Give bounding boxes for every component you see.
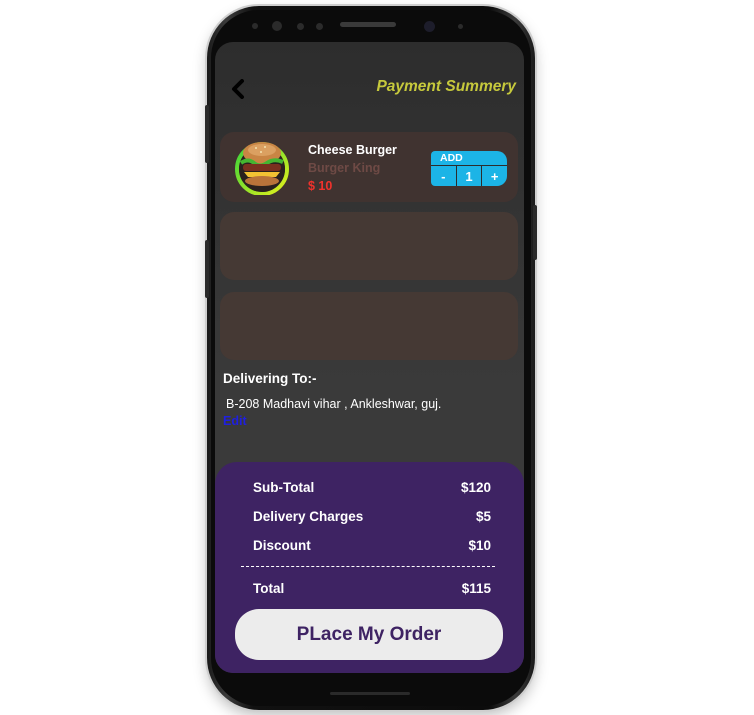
discount-value: $10 <box>468 538 491 553</box>
payment-summary-panel: Sub-Total $120 Delivery Charges $5 Disco… <box>215 462 524 673</box>
place-order-button[interactable]: PLace My Order <box>235 609 503 660</box>
subtotal-row: Sub-Total $120 <box>253 480 491 495</box>
delivering-to-label: Delivering To:- <box>223 371 317 386</box>
chevron-left-icon <box>232 79 244 99</box>
front-sensor <box>458 24 463 29</box>
quantity-value: 1 <box>455 165 482 186</box>
volume-button <box>205 105 209 163</box>
burger-image <box>234 139 290 196</box>
item-price: $ 10 <box>308 179 333 193</box>
item-name: Cheese Burger <box>308 143 397 157</box>
increase-button[interactable]: + <box>481 165 507 186</box>
subtotal-value: $120 <box>460 480 491 495</box>
total-row: Total $115 <box>253 581 491 596</box>
bixby-button <box>205 240 209 298</box>
front-sensor <box>252 23 258 29</box>
empty-item-card <box>220 212 518 280</box>
front-sensor <box>297 23 304 30</box>
item-restaurant: Burger King <box>308 161 381 175</box>
front-sensor <box>272 21 282 31</box>
delivery-charges-value: $5 <box>475 509 491 524</box>
discount-row: Discount $10 <box>253 538 491 553</box>
discount-label: Discount <box>253 538 311 553</box>
app-screen: Payment Summery Cheese Burger Burger Kin… <box>215 42 524 673</box>
back-button[interactable] <box>227 78 249 100</box>
empty-item-card <box>220 292 518 360</box>
edit-address-link[interactable]: Edit <box>223 414 247 428</box>
total-value: $115 <box>461 581 491 596</box>
quantity-controls: - 1 + <box>431 165 507 186</box>
total-label: Total <box>253 581 285 596</box>
delivery-address: B-208 Madhavi vihar , Ankleshwar, guj. <box>226 397 442 411</box>
page-title: Payment Summery <box>376 78 516 95</box>
earpiece-speaker <box>340 22 396 27</box>
summary-divider <box>241 566 495 567</box>
front-camera <box>424 21 435 32</box>
front-sensor <box>316 23 323 30</box>
add-label[interactable]: ADD <box>440 152 463 164</box>
delivery-charges-label: Delivery Charges <box>253 509 364 524</box>
home-indicator <box>330 692 410 695</box>
cart-item-card[interactable]: Cheese Burger Burger King $ 10 ADD - 1 + <box>220 132 518 202</box>
delivery-charges-row: Delivery Charges $5 <box>253 509 491 524</box>
power-button <box>533 205 537 260</box>
decrease-button[interactable]: - <box>431 165 456 186</box>
subtotal-label: Sub-Total <box>253 480 315 495</box>
quantity-stepper[interactable]: ADD - 1 + <box>431 151 507 186</box>
